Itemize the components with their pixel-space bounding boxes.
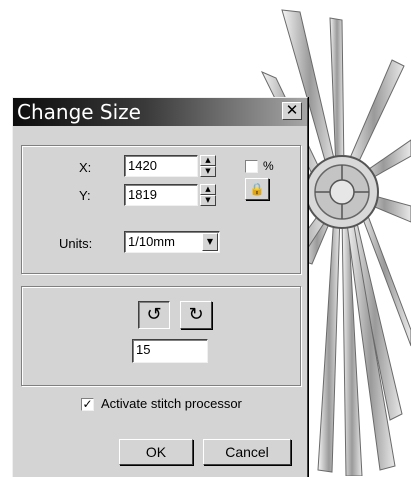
- close-button[interactable]: ✕: [282, 102, 302, 120]
- dialog-title: Change Size: [17, 100, 141, 124]
- stitch-processor-checkbox[interactable]: ✓: [81, 398, 94, 411]
- y-spin-down-button[interactable]: ▼: [200, 195, 216, 206]
- checkmark-icon: ✓: [82, 397, 93, 411]
- stitch-processor-label: Activate stitch processor: [101, 396, 242, 411]
- lock-icon: 🔒: [249, 182, 265, 196]
- y-label: Y:: [79, 188, 91, 203]
- rotate-clockwise-icon: ↻: [188, 304, 204, 325]
- units-label: Units:: [59, 236, 93, 251]
- dropdown-button[interactable]: ▼: [202, 233, 218, 251]
- rotation-group: ↺ ↻ 15: [21, 286, 301, 386]
- x-spin-down-button[interactable]: ▼: [200, 166, 216, 177]
- x-spin-up-button[interactable]: ▲: [200, 155, 216, 166]
- rotate-right-button[interactable]: ↻: [180, 301, 212, 329]
- percent-label: %: [263, 159, 274, 173]
- change-size-dialog: Change Size ✕ X: 1420 ▲ ▼ % Y: 1819 ▲ ▼ …: [12, 97, 308, 477]
- close-icon: ✕: [285, 101, 299, 119]
- cancel-button[interactable]: Cancel: [203, 439, 291, 465]
- y-spin-up-button[interactable]: ▲: [200, 184, 216, 195]
- rotation-angle-input[interactable]: 15: [132, 339, 208, 363]
- y-input[interactable]: 1819: [124, 184, 198, 206]
- x-spinner[interactable]: ▲ ▼: [200, 155, 216, 177]
- arrow-down-icon: ▼: [205, 196, 211, 204]
- ok-button[interactable]: OK: [119, 439, 193, 465]
- chevron-down-icon: ▼: [206, 237, 214, 246]
- rotate-counterclockwise-icon: ↺: [146, 304, 162, 325]
- arrow-up-icon: ▲: [205, 156, 211, 164]
- rotate-left-button[interactable]: ↺: [138, 301, 170, 329]
- x-label: X:: [79, 160, 92, 175]
- percent-checkbox[interactable]: [245, 160, 258, 173]
- dialog-titlebar[interactable]: Change Size ✕: [13, 98, 307, 126]
- y-spinner[interactable]: ▲ ▼: [200, 184, 216, 206]
- lock-aspect-button[interactable]: 🔒: [245, 178, 269, 200]
- units-select[interactable]: 1/10mm ▼: [124, 231, 220, 253]
- x-input[interactable]: 1420: [124, 155, 198, 177]
- arrow-up-icon: ▲: [205, 185, 211, 193]
- arrow-down-icon: ▼: [205, 167, 211, 175]
